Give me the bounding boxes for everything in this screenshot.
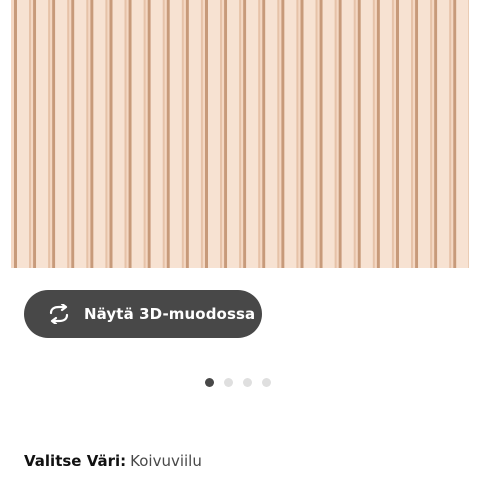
slat-gap — [434, 0, 438, 268]
slat-gap — [243, 0, 247, 268]
slat — [55, 0, 70, 268]
slat-gap — [262, 0, 266, 268]
slat-gap — [14, 0, 17, 268]
slat — [456, 0, 469, 268]
slat-edge — [277, 0, 280, 268]
slat-edge — [220, 0, 222, 268]
slat-edge — [430, 0, 433, 268]
view-3d-button[interactable]: Näytä 3D-muodossa — [24, 290, 262, 338]
slat — [188, 0, 203, 268]
slat — [246, 0, 261, 268]
slat-gap — [319, 0, 323, 268]
slat — [418, 0, 433, 268]
carousel-dot-4[interactable] — [262, 377, 271, 387]
slat-edge — [468, 0, 469, 268]
slat-edge — [372, 0, 375, 268]
view-3d-label: Näytä 3D-muodossa — [84, 305, 256, 323]
slat-edge — [162, 0, 165, 268]
slat — [379, 0, 394, 268]
slat-gap — [52, 0, 56, 268]
slat-edge — [124, 0, 127, 268]
slat-edge — [391, 0, 394, 268]
slat-edge — [143, 0, 146, 268]
slat-edge — [411, 0, 413, 268]
slat-gap — [147, 0, 151, 268]
slat-gap — [224, 0, 228, 268]
slat-gap — [185, 0, 189, 268]
slat-gap — [128, 0, 132, 268]
slat — [169, 0, 184, 268]
slat — [341, 0, 356, 268]
slat — [74, 0, 89, 268]
slat-edge — [315, 0, 318, 268]
slat — [208, 0, 222, 268]
slat-panel-illustration — [11, 0, 469, 268]
slat-gap — [166, 0, 170, 268]
slat-edge — [86, 0, 89, 268]
carousel-dot-1[interactable] — [205, 377, 214, 387]
color-selector-value: Koivuviilu — [130, 452, 202, 470]
slat — [437, 0, 452, 268]
slat-edge — [181, 0, 184, 268]
image-carousel-dots — [205, 377, 271, 387]
slat-edge — [296, 0, 299, 268]
slat-gap — [281, 0, 285, 268]
slat-gap — [338, 0, 342, 268]
slat-gap — [396, 0, 399, 268]
slat-edge — [29, 0, 31, 268]
slat-gap — [205, 0, 208, 268]
slat-gap — [90, 0, 94, 268]
slat-edge — [334, 0, 337, 268]
product-page: Näytä 3D-muodossa Valitse Väri: Koivuviil… — [0, 0, 480, 480]
slat-gap — [300, 0, 304, 268]
slat — [303, 0, 318, 268]
slat — [360, 0, 375, 268]
slat — [131, 0, 146, 268]
color-selector[interactable]: Valitse Väri: Koivuviilu — [24, 452, 202, 470]
slat — [150, 0, 165, 268]
carousel-dot-2[interactable] — [224, 377, 233, 387]
slat — [112, 0, 127, 268]
slat-gap — [71, 0, 75, 268]
slat-edge — [48, 0, 51, 268]
slat-gap — [453, 0, 457, 268]
slat-gap — [357, 0, 361, 268]
rotate-arrows-icon — [46, 304, 72, 324]
slat-edge — [353, 0, 356, 268]
slat-edge — [258, 0, 261, 268]
slat — [36, 0, 51, 268]
slat — [17, 0, 31, 268]
slat-edge — [449, 0, 452, 268]
slat-gap — [415, 0, 419, 268]
product-image-acoustic-panel[interactable] — [11, 0, 469, 268]
slat — [265, 0, 280, 268]
slat-gap — [109, 0, 113, 268]
carousel-dot-3[interactable] — [243, 377, 252, 387]
slat-edge — [67, 0, 70, 268]
slat-edge — [105, 0, 108, 268]
slat-gap — [376, 0, 380, 268]
slat-gap — [33, 0, 37, 268]
slat — [93, 0, 108, 268]
color-selector-label: Valitse Väri: — [24, 452, 127, 470]
slat — [227, 0, 242, 268]
slat — [322, 0, 337, 268]
slat-edge — [239, 0, 242, 268]
slat — [284, 0, 299, 268]
slat — [399, 0, 413, 268]
slat-edge — [200, 0, 203, 268]
